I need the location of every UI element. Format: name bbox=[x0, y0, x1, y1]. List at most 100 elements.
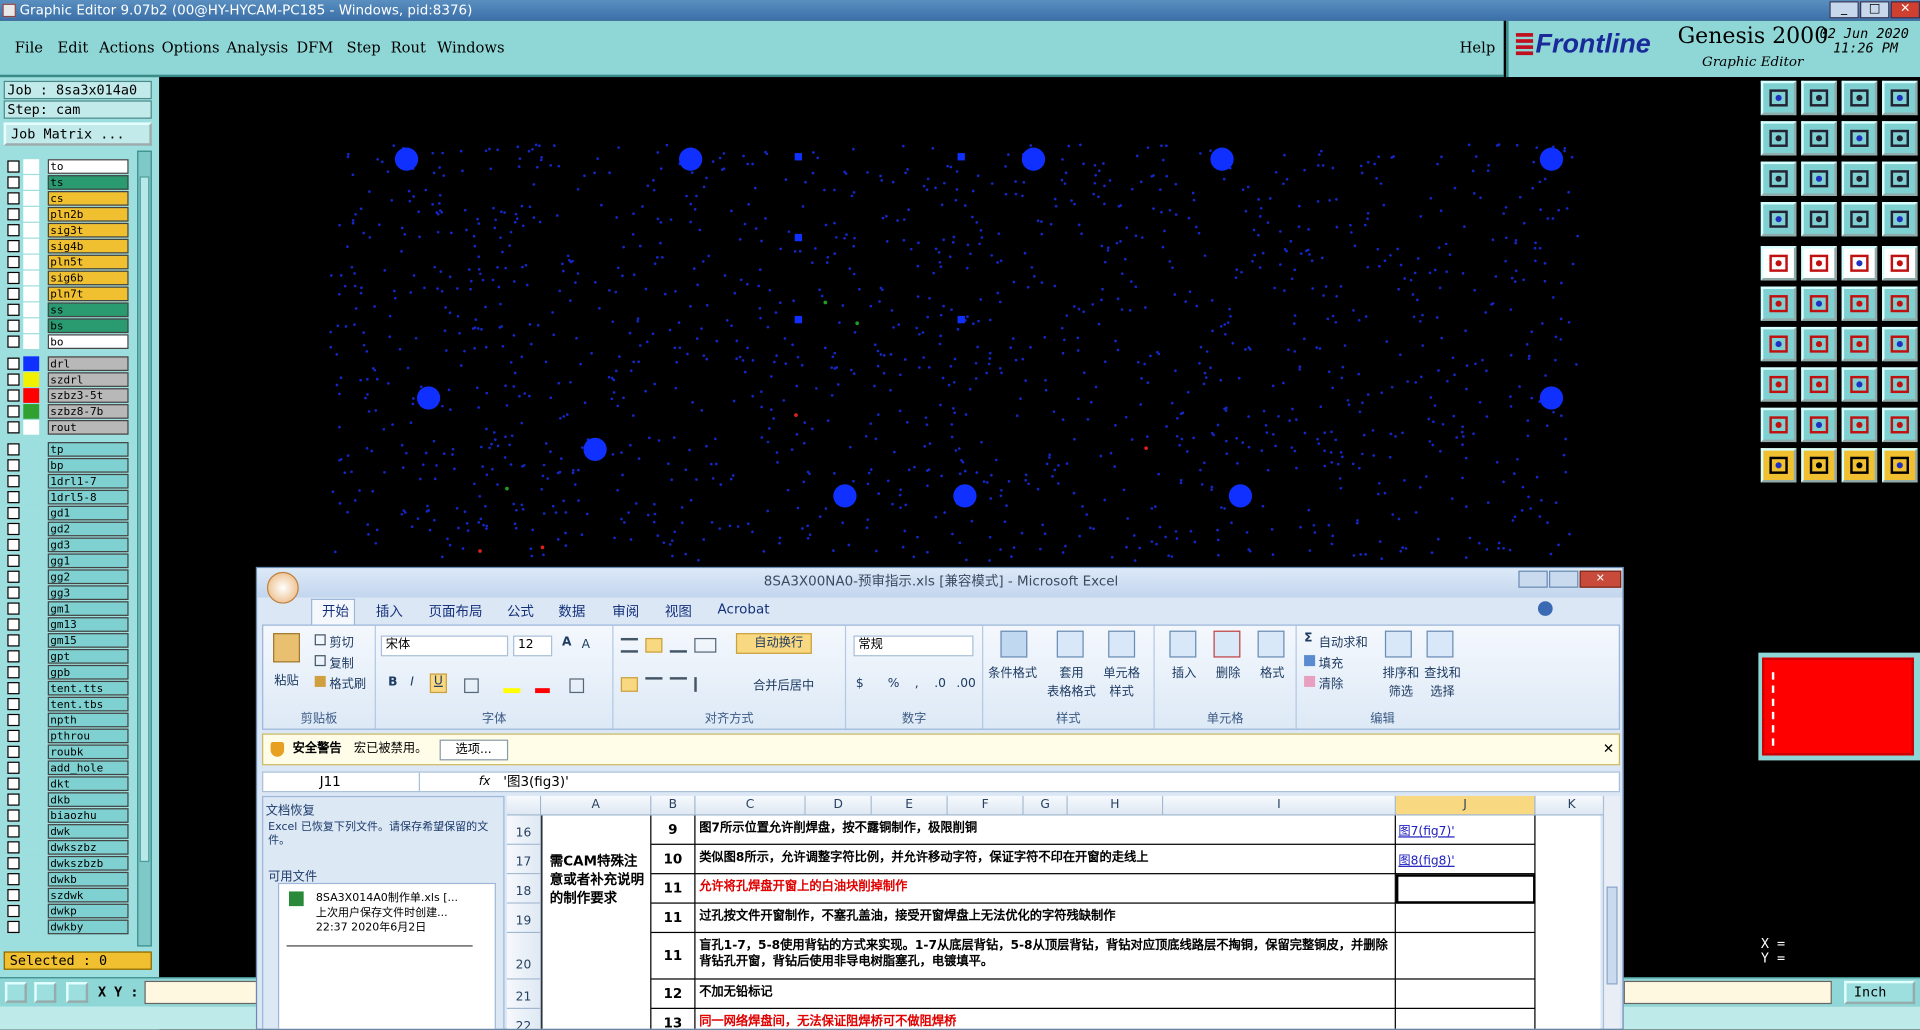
sort-filter-icon[interactable] bbox=[1384, 630, 1412, 658]
resize-icon[interactable] bbox=[1841, 367, 1878, 402]
border-icon[interactable] bbox=[464, 678, 479, 694]
move-icon[interactable] bbox=[1760, 286, 1797, 321]
cell-styles-button[interactable]: 单元格 样式 bbox=[1103, 662, 1140, 699]
excel-minimize-button[interactable] bbox=[1518, 570, 1548, 588]
layers-icon[interactable] bbox=[1760, 202, 1797, 237]
recovered-file-item[interactable]: 8SA3X014A0制作单.xls [... 上次用户保存文件时创建... 22… bbox=[277, 882, 496, 1029]
layer-checkbox[interactable] bbox=[7, 176, 20, 189]
cut-button[interactable]: 剪切 bbox=[329, 632, 353, 650]
layer-name[interactable]: sig4b bbox=[47, 238, 129, 254]
align-center-icon[interactable] bbox=[645, 677, 663, 692]
layer-checkbox[interactable] bbox=[7, 255, 20, 269]
italic-button[interactable]: I bbox=[410, 676, 414, 689]
tab-formulas[interactable]: 公式 bbox=[507, 601, 534, 621]
layer-checkbox[interactable] bbox=[7, 888, 20, 902]
layer-name[interactable]: sig3t bbox=[47, 222, 129, 238]
layer-checkbox[interactable] bbox=[7, 192, 20, 205]
security-close-icon[interactable]: ✕ bbox=[1603, 735, 1614, 764]
layer-name[interactable]: pln5t bbox=[47, 254, 129, 270]
column-header[interactable]: H bbox=[1067, 795, 1164, 816]
menu-edit[interactable]: Edit bbox=[58, 39, 89, 56]
merge-center-button[interactable]: 合并后居中 bbox=[736, 675, 814, 693]
fill-color-icon[interactable] bbox=[503, 678, 521, 694]
column-header[interactable]: F bbox=[947, 795, 1024, 816]
layer-checkbox[interactable] bbox=[7, 538, 20, 552]
binoculars-icon[interactable] bbox=[1426, 630, 1454, 658]
ratio-icon[interactable] bbox=[1841, 161, 1878, 196]
number-format-select[interactable]: 常规 bbox=[853, 635, 974, 657]
layer-checkbox[interactable] bbox=[7, 682, 20, 695]
bold-button[interactable]: B bbox=[388, 676, 397, 689]
layer-name[interactable]: ss bbox=[47, 302, 129, 318]
align-middle-icon[interactable] bbox=[645, 637, 663, 653]
layer-row[interactable]: ss bbox=[7, 302, 129, 318]
layer-name[interactable]: dwkby bbox=[47, 919, 129, 935]
layer-name[interactable]: szdrl bbox=[47, 372, 129, 387]
job-matrix-button[interactable]: Job Matrix ... bbox=[3, 122, 152, 146]
wrap-text-button[interactable]: 自动换行 bbox=[735, 633, 812, 654]
layer-checkbox[interactable] bbox=[7, 208, 20, 221]
layer-row[interactable]: gpt bbox=[7, 648, 129, 664]
layer-checkbox[interactable] bbox=[7, 586, 20, 599]
zoom-box-icon[interactable] bbox=[4, 982, 27, 1003]
layer-name[interactable]: bo bbox=[47, 334, 129, 349]
row-header[interactable]: 16 bbox=[506, 815, 542, 845]
pad-icon[interactable] bbox=[1882, 246, 1918, 281]
cell-requirement[interactable]: 允许将孔焊盘开窗上的白油块削掉制作 bbox=[695, 874, 1396, 904]
xy-input[interactable] bbox=[144, 980, 258, 1005]
layer-checkbox[interactable] bbox=[7, 271, 20, 285]
layer-checkbox[interactable] bbox=[7, 650, 20, 663]
layer-row[interactable]: bo bbox=[7, 334, 129, 349]
layer-row[interactable]: gm1 bbox=[7, 601, 129, 616]
tab-view[interactable]: 视图 bbox=[665, 601, 692, 621]
conditional-format-button[interactable]: 条件格式 bbox=[988, 662, 1037, 680]
next-icon[interactable] bbox=[1801, 121, 1837, 156]
shrink-font-button[interactable]: A bbox=[582, 638, 590, 651]
window-icon[interactable] bbox=[1882, 80, 1918, 116]
layer-checkbox[interactable] bbox=[7, 777, 20, 790]
pen-icon[interactable] bbox=[1801, 326, 1837, 362]
layer-row[interactable]: drl bbox=[7, 356, 129, 372]
layer-checkbox[interactable] bbox=[7, 459, 20, 472]
cell-number[interactable]: 12 bbox=[651, 979, 696, 1009]
snap-icon[interactable] bbox=[1882, 121, 1918, 156]
layer-name[interactable]: pln2b bbox=[47, 206, 129, 222]
find-select-button[interactable]: 查找和 选择 bbox=[1424, 662, 1461, 699]
prev-icon[interactable] bbox=[1760, 121, 1797, 156]
layer-row[interactable]: pln7t bbox=[7, 286, 129, 302]
row-header[interactable]: 18 bbox=[506, 874, 542, 904]
layer-name[interactable]: 1drl1-7 bbox=[47, 473, 129, 489]
layer-checkbox[interactable] bbox=[7, 920, 20, 934]
increase-decimal-button[interactable]: .0 bbox=[934, 677, 946, 690]
align-left-icon[interactable] bbox=[620, 677, 638, 692]
name-box[interactable]: J11 bbox=[263, 772, 421, 792]
layer-name[interactable]: szbz8-7b bbox=[47, 404, 129, 419]
cell-requirement[interactable]: 类似图8所示，允许调整字符比例，并允许移动字符，保证字符不印在开窗的走线上 bbox=[695, 844, 1396, 875]
font-size-select[interactable]: 12 bbox=[513, 635, 553, 657]
function-icon[interactable]: fx bbox=[479, 773, 491, 791]
layer-checkbox[interactable] bbox=[7, 287, 20, 301]
layer-name[interactable]: dwk bbox=[47, 824, 129, 839]
column-header[interactable]: C bbox=[695, 795, 806, 816]
layer-row[interactable]: bs bbox=[7, 318, 129, 334]
menu-file[interactable]: File bbox=[15, 39, 43, 56]
cell-requirement[interactable]: 盲孔1-7，5-8使用背钻的方式来实现。1-7从底层背钻，5-8从顶层背钻，背钻… bbox=[695, 933, 1396, 980]
column-header[interactable]: I bbox=[1163, 795, 1396, 816]
layer-name[interactable]: pthrou bbox=[47, 728, 129, 744]
layer-checkbox[interactable] bbox=[7, 761, 20, 774]
menu-actions[interactable]: Actions bbox=[99, 39, 154, 56]
column-header[interactable]: G bbox=[1023, 795, 1068, 816]
cell-styles-icon[interactable] bbox=[1108, 630, 1136, 658]
layer-row[interactable]: gm13 bbox=[7, 617, 129, 632]
line-icon[interactable] bbox=[1841, 286, 1878, 321]
layer-checkbox[interactable] bbox=[7, 570, 20, 583]
pick-icon[interactable] bbox=[1841, 448, 1878, 483]
row-header[interactable]: 19 bbox=[506, 903, 542, 934]
layer-checkbox[interactable] bbox=[7, 421, 20, 434]
layer-checkbox[interactable] bbox=[7, 335, 20, 348]
layer-name[interactable]: dwkb bbox=[47, 871, 129, 887]
column-header[interactable]: D bbox=[805, 795, 872, 816]
layer-row[interactable]: dwkby bbox=[7, 919, 129, 935]
phonetic-icon[interactable] bbox=[569, 678, 585, 694]
maximize-button[interactable]: □ bbox=[1860, 1, 1890, 19]
